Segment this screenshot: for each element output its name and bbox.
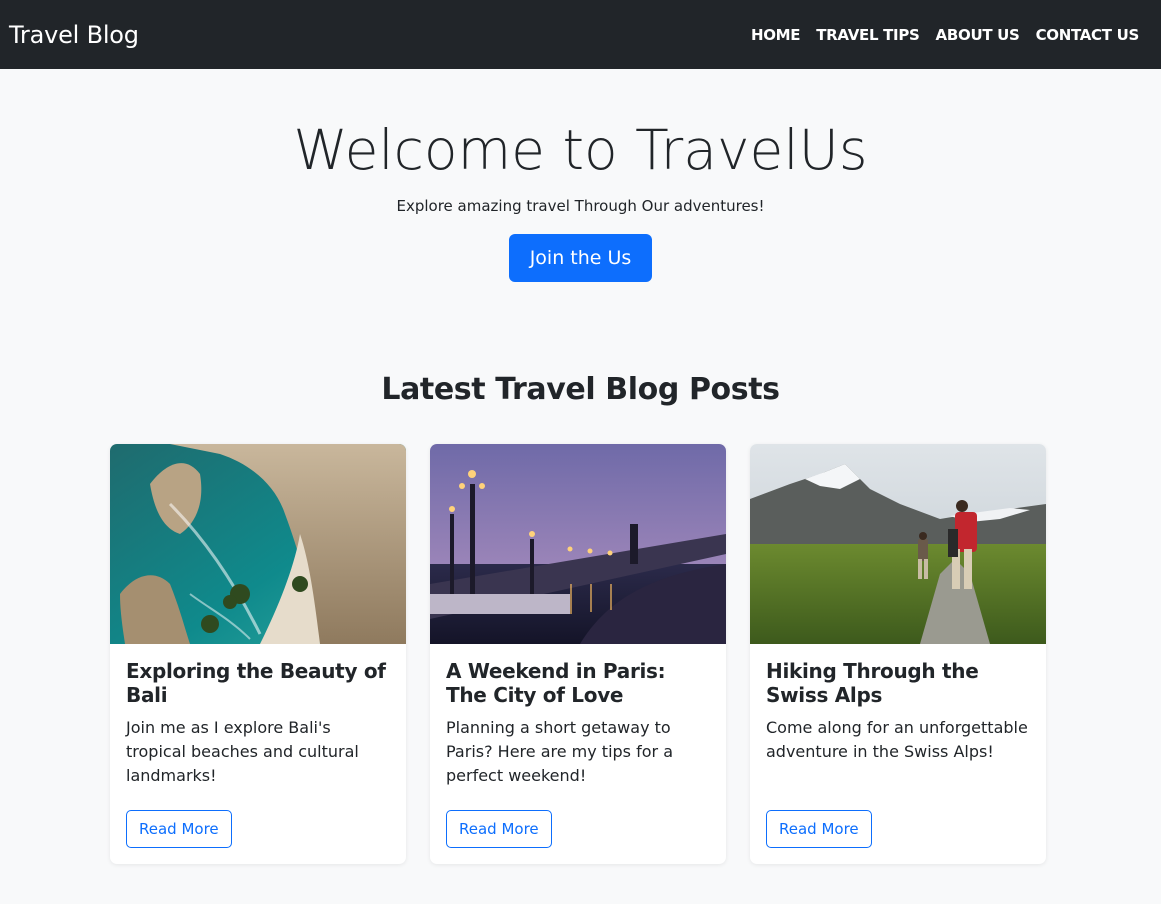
paris-bridge-image <box>430 444 726 644</box>
posts-grid: Exploring the Beauty of Bali Join me as … <box>110 444 1046 864</box>
read-more-button[interactable]: Read More <box>766 810 872 848</box>
hero-section: Welcome to TravelUs Explore amazing trav… <box>0 69 1161 282</box>
nav-link-home[interactable]: HOME <box>751 26 801 44</box>
post-excerpt: Join me as I explore Bali's tropical bea… <box>126 718 359 785</box>
post-title: A Weekend in Paris: The City of Love <box>446 659 666 707</box>
navbar-brand[interactable]: Travel Blog <box>9 21 139 49</box>
hero-title: Welcome to TravelUs <box>293 118 868 182</box>
bali-beach-image <box>110 444 406 644</box>
posts-section-title: Latest Travel Blog Posts <box>381 372 780 407</box>
post-excerpt: Planning a short getaway to Paris? Here … <box>446 718 673 785</box>
join-button[interactable]: Join the Us <box>509 234 652 282</box>
post-title: Exploring the Beauty of Bali <box>126 659 386 707</box>
nav-link-travel-tips[interactable]: TRAVEL TIPS <box>816 26 920 44</box>
nav-links: HOME TRAVEL TIPS ABOUT US CONTACT US <box>751 26 1152 44</box>
post-card-paris: A Weekend in Paris: The City of Love Pla… <box>430 444 726 864</box>
nav-link-contact-us[interactable]: CONTACT US <box>1036 26 1140 44</box>
nav-link-about-us[interactable]: ABOUT US <box>936 26 1020 44</box>
read-more-button[interactable]: Read More <box>126 810 232 848</box>
post-title: Hiking Through the Swiss Alps <box>766 659 979 707</box>
post-card-swiss-alps: Hiking Through the Swiss Alps Come along… <box>750 444 1046 864</box>
navbar: Travel Blog HOME TRAVEL TIPS ABOUT US CO… <box>0 0 1161 69</box>
swiss-alps-hikers-image <box>750 444 1046 644</box>
post-excerpt: Come along for an unforgettable adventur… <box>766 718 1028 761</box>
read-more-button[interactable]: Read More <box>446 810 552 848</box>
hero-subtitle: Explore amazing travel Through Our adven… <box>396 197 765 215</box>
post-card-bali: Exploring the Beauty of Bali Join me as … <box>110 444 406 864</box>
